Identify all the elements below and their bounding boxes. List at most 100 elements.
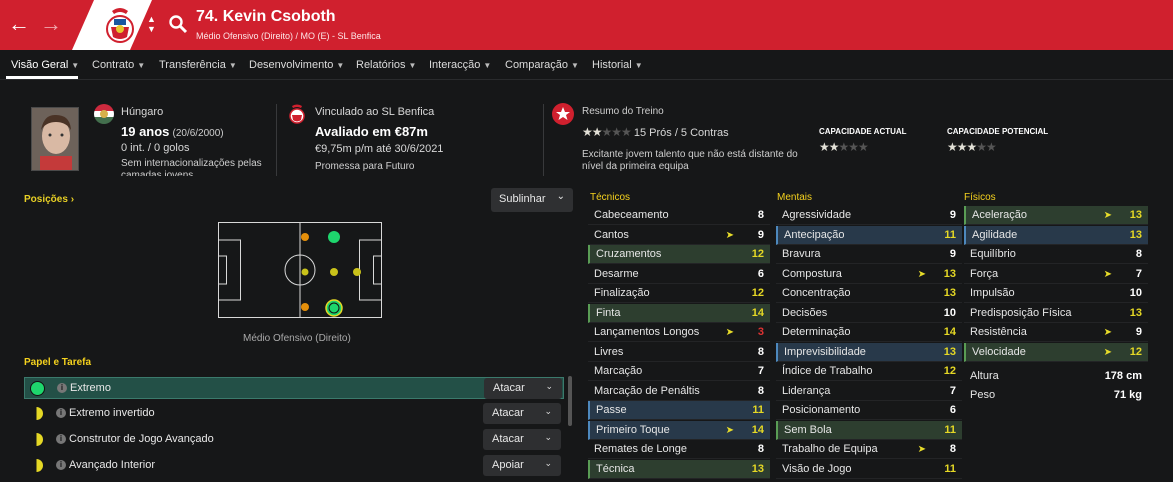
attribute-row: Lançamentos Longos ➤ 3 — [588, 323, 770, 342]
tab-label: Comparação — [505, 59, 568, 71]
attribute-value: 12 — [751, 248, 764, 260]
duty-label: Atacar — [492, 407, 524, 419]
attribute-value: 8 — [757, 345, 764, 358]
highlight-label: Sublinhar — [499, 193, 546, 205]
info-icon[interactable]: i — [56, 460, 66, 470]
attribute-name: Cantos — [594, 228, 629, 241]
roles-scrollbar[interactable] — [568, 376, 572, 426]
star-rating-icon: ★★★★★ — [947, 140, 997, 154]
tab-visao-geral[interactable]: Visão Geral ▼ — [11, 59, 79, 71]
attribute-name: Impulsão — [970, 287, 1015, 299]
tab-contrato[interactable]: Contrato ▼ — [92, 59, 145, 71]
attribute-name: Bravura — [782, 248, 821, 260]
chevron-down-icon: ▼ — [71, 61, 80, 70]
attribute-row: Imprevisibilidade 13 — [776, 342, 962, 362]
attribute-value: 6 — [949, 404, 956, 416]
tab-label: Desenvolvimento — [249, 59, 334, 71]
attribute-value: 3 — [757, 326, 764, 338]
active-tab-indicator — [6, 76, 78, 79]
chevron-down-icon: ▼ — [634, 61, 643, 70]
date-of-birth: (20/6/2000) — [172, 128, 224, 139]
attribute-name: Aceleração — [972, 209, 1028, 221]
technical-title: Técnicos — [590, 192, 631, 203]
attribute-row: Impulsão 10 — [964, 284, 1148, 303]
attribute-value: 14 — [751, 306, 764, 319]
role-row[interactable]: i Extremo Atacar ⌄ — [24, 377, 564, 399]
info-icon[interactable]: i — [57, 383, 67, 393]
attribute-name: Predisposição Física — [970, 306, 1072, 319]
tab-label: Visão Geral — [11, 59, 69, 71]
tab-label: Contrato — [92, 59, 135, 71]
tab-interaccao[interactable]: Interacção ▼ — [429, 59, 491, 71]
role-row[interactable]: i Construtor de Jogo Avançado Atacar ⌄ — [24, 429, 564, 451]
attribute-value: 8 — [1135, 248, 1142, 260]
attribute-value: 12 — [943, 365, 956, 377]
chevron-down-icon: ⌄ — [556, 191, 565, 202]
info-icon[interactable]: i — [56, 408, 66, 418]
attribute-name: Equilíbrio — [970, 248, 1016, 260]
player-status: Promessa para Futuro — [315, 161, 415, 172]
attribute-row: Finalização 12 — [588, 284, 770, 303]
key-attribute-icon: ➤ — [725, 229, 734, 241]
attribute-row: Agilidade 13 — [964, 225, 1148, 245]
star-rating-icon: ★★★★★ — [819, 140, 869, 154]
duty-dropdown[interactable]: Apoiar ⌄ — [483, 455, 561, 476]
player-photo — [31, 107, 79, 171]
key-attribute-icon: ➤ — [917, 268, 926, 280]
tab-relatorios[interactable]: Relatórios ▼ — [356, 59, 416, 71]
potential-ability-stars: ★★★★★ — [947, 140, 997, 154]
attribute-row: Predisposição Física 13 — [964, 304, 1148, 323]
attribute-row: Liderança 7 — [776, 382, 962, 401]
tab-historial[interactable]: Historial ▼ — [592, 59, 643, 71]
role-row[interactable]: i Extremo invertido Atacar ⌄ — [24, 403, 564, 425]
tab-desenvolvimento[interactable]: Desenvolvimento ▼ — [249, 59, 344, 71]
player-value: Avaliado em €87m — [315, 124, 428, 139]
attribute-value: 9 — [1135, 326, 1142, 338]
current-ability-stars: ★★★★★ — [819, 140, 869, 154]
info-icon[interactable]: i — [56, 434, 66, 444]
arrow-left-icon[interactable]: ← — [8, 11, 30, 37]
duty-dropdown[interactable]: Atacar ⌄ — [483, 429, 561, 450]
chevron-right-icon: › — [70, 194, 75, 205]
search-icon[interactable] — [168, 14, 188, 34]
attribute-row: Aceleração ➤ 13 — [964, 206, 1148, 225]
positions-title[interactable]: Posições › — [24, 194, 74, 205]
attribute-name: Compostura — [782, 267, 842, 280]
attribute-name: Sem Bola — [784, 423, 832, 436]
training-summary: Excitante jovem talento que não está dis… — [582, 149, 798, 172]
player-header: ← → ▲ ▼ 74. Kevin Csoboth Médio Ofensivo … — [0, 0, 1173, 50]
role-row[interactable]: i Avançado Interior Apoiar ⌄ — [24, 455, 564, 477]
positions-title-text: Posições — [24, 194, 68, 205]
weight-label: Peso — [970, 389, 996, 401]
height-value: 178 cm — [1104, 370, 1142, 382]
duty-dropdown[interactable]: Atacar ⌄ — [483, 403, 561, 424]
chevron-down-icon: ⌄ — [544, 406, 552, 416]
contract-club: Vinculado ao SL Benfica — [315, 106, 435, 118]
attribute-row: Posicionamento 6 — [776, 401, 962, 420]
club-crest-icon — [106, 8, 134, 43]
attribute-name: Cabeceamento — [594, 209, 669, 221]
attribute-row: Cantos ➤ 9 — [588, 226, 770, 245]
player-switch-chevrons[interactable]: ▲ ▼ — [147, 14, 156, 34]
duty-dropdown[interactable]: Atacar ⌄ — [484, 378, 562, 399]
attribute-value: 8 — [757, 443, 764, 455]
role-name: Construtor de Jogo Avançado — [69, 433, 214, 445]
chevron-down-icon: ▼ — [483, 61, 492, 70]
attribute-value: 13 — [943, 287, 956, 299]
tab-comparacao[interactable]: Comparação ▼ — [505, 59, 579, 71]
attribute-value: 12 — [1129, 345, 1142, 358]
mental-title: Mentais — [777, 192, 813, 203]
attribute-row: Desarme 6 — [588, 265, 770, 284]
tab-transferencia[interactable]: Transferência ▼ — [159, 59, 237, 71]
attribute-value: 11 — [944, 228, 956, 241]
chevron-down-icon: ▼ — [137, 61, 146, 70]
attribute-name: Posicionamento — [782, 404, 861, 416]
arrow-right-icon[interactable]: → — [40, 11, 62, 37]
attribute-row: Agressividade 9 — [776, 206, 962, 225]
tab-label: Historial — [592, 59, 632, 71]
highlight-button[interactable]: Sublinhar ⌄ — [491, 188, 573, 212]
attribute-name: Técnica — [596, 462, 635, 475]
caps: 0 int. / 0 golos — [121, 142, 190, 154]
attribute-row: Força ➤ 7 — [964, 265, 1148, 284]
attribute-value: 13 — [943, 345, 956, 358]
